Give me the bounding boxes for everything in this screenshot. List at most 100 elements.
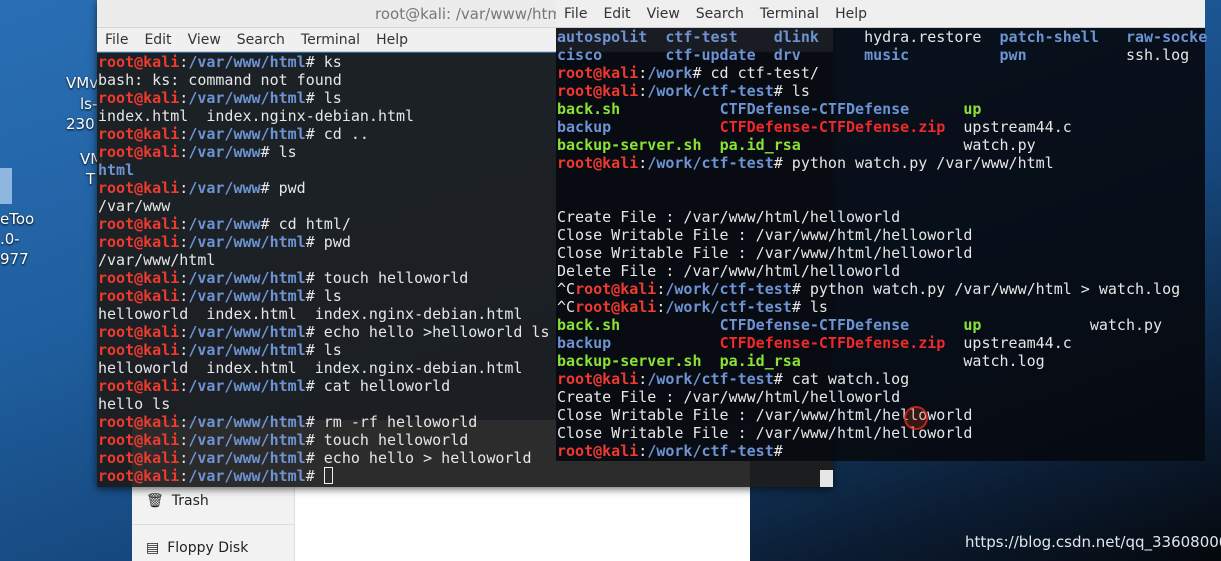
terminal-text-segment: backup [557, 334, 720, 352]
terminal-text-segment: backup [557, 118, 720, 136]
terminal-line: root@kali:/var/www/html# pwd [98, 233, 550, 251]
terminal-line: root@kali:/var/www# pwd [98, 179, 550, 197]
terminal-text-segment: : [179, 467, 189, 485]
terminal-text-segment: /var/www/html [188, 467, 306, 485]
desktop-icon-label[interactable]: .0- [0, 230, 20, 248]
terminal-text-segment: # python watch.py /var/www/html [773, 154, 1054, 172]
terminal-line: helloworld index.html index.nginx-debian… [98, 305, 550, 323]
terminal-text-segment: root@kali [98, 287, 180, 305]
menu-item-search[interactable]: Search [229, 28, 293, 51]
terminal-line: root@kali:/work/ctf-test# [557, 442, 1207, 460]
terminal-line: root@kali:/var/www/html# ls [98, 287, 550, 305]
terminal-text-segment: : [179, 53, 189, 71]
terminal-text-segment: : [638, 154, 648, 172]
terminal-text-segment: : [638, 370, 648, 388]
menu-item-edit[interactable]: Edit [595, 0, 638, 27]
terminal-text-segment: # ls [305, 89, 342, 107]
terminal-line: Close Writable File : /var/www/html/hell… [557, 226, 1207, 244]
terminal-text-segment: pa.id_rsa [719, 352, 801, 370]
terminal-text-segment: # ls [305, 287, 342, 305]
terminal-text-segment: : [638, 442, 648, 460]
desktop-icon-label[interactable]: 977 [0, 250, 29, 268]
terminal-text-segment: /var/www/html [188, 413, 306, 431]
terminal-line: root@kali:/var/www# cd html/ [98, 215, 550, 233]
menu-item-terminal[interactable]: Terminal [752, 0, 827, 27]
terminal-line: backup-server.sh pa.id_rsa watch.py [557, 136, 1207, 154]
terminal-text-segment: root@kali [98, 413, 180, 431]
terminal-text-segment: root@kali [557, 64, 639, 82]
terminal-text-segment: back.sh [557, 316, 720, 334]
terminal-text-segment: pwn [999, 46, 1126, 64]
terminal-text-segment: ^C [557, 280, 576, 298]
terminal-text-segment: /var/www/html [188, 323, 306, 341]
sidebar-item-floppy-disk[interactable]: ▤ Floppy Disk [146, 540, 248, 556]
menu-item-view[interactable]: View [639, 0, 688, 27]
terminal-line: Delete File : /var/www/html/helloworld [557, 262, 1207, 280]
terminal-text-segment: root@kali [98, 377, 180, 395]
terminal-text-segment: raw-socke [1125, 28, 1208, 46]
terminal-text-segment: /var/www [188, 179, 261, 197]
terminal-text[interactable]: autospolit ctf-test dlink hydra.restore … [557, 28, 1207, 460]
desktop-icon-label[interactable]: eToo [0, 210, 34, 228]
menu-item-search[interactable]: Search [688, 0, 752, 27]
terminal-text-segment: root@kali [98, 323, 180, 341]
terminal-window-ctf-test[interactable]: File Edit View Search Terminal Help autospoli… [556, 0, 1207, 461]
scrollbar[interactable] [820, 470, 833, 487]
terminal-text-segment: # cd .. [305, 125, 369, 143]
terminal-text-segment: patch-shell [999, 28, 1126, 46]
terminal-text-segment: autospolit [557, 28, 666, 46]
menu-item-view[interactable]: View [180, 28, 229, 51]
terminal-text-segment: /var/www/html [188, 449, 306, 467]
trash-icon: 🗑 [146, 493, 164, 509]
terminal-text-segment: : [179, 413, 189, 431]
desktop-icon-label[interactable]: VMv [66, 74, 98, 92]
terminal-line: backup CTFDefense-CTFDefense.zip upstrea… [557, 334, 1207, 352]
terminal-text-segment: : [179, 377, 189, 395]
terminal-text-segment: /work [647, 64, 693, 82]
terminal-text-segment: watch.py [981, 316, 1163, 334]
terminal-text-segment: # ls [791, 298, 828, 316]
terminal-line: /var/www [98, 197, 550, 215]
terminal-text-segment: : [179, 89, 189, 107]
menu-item-terminal[interactable]: Terminal [293, 28, 368, 51]
sidebar-item-trash[interactable]: 🗑 Trash [146, 493, 209, 509]
folder-icon[interactable] [0, 168, 12, 204]
terminal-text-segment: # cd ctf-test/ [692, 64, 819, 82]
desktop-icon-label[interactable]: ls- [80, 95, 97, 113]
terminal-line: Close Writable File : /var/www/html/hell… [557, 424, 1207, 442]
terminal-line: html [98, 161, 550, 179]
terminal-text-segment: root@kali [98, 53, 180, 71]
terminal-text-segment: backup-server.sh [557, 136, 720, 154]
desktop-icon-label[interactable]: T [86, 170, 95, 188]
terminal-text-segment: /var/www/html [188, 233, 306, 251]
terminal-text-segment: # ls [260, 143, 297, 161]
menu-item-edit[interactable]: Edit [136, 28, 179, 51]
menu-item-file[interactable]: File [556, 0, 595, 27]
menu-item-file[interactable]: File [97, 28, 136, 51]
terminal-line: Close Writable File : /var/www/html/hell… [557, 406, 1207, 424]
terminal-line: root@kali:/var/www/html# echo hello >hel… [98, 323, 550, 341]
terminal-text-segment: root@kali [98, 89, 180, 107]
terminal-line: root@kali:/var/www/html# cd .. [98, 125, 550, 143]
terminal-text-segment: : [179, 449, 189, 467]
terminal-text-segment: Create File : /var/www/html/helloworld [557, 208, 901, 226]
terminal-line: /var/www/html [98, 251, 550, 269]
terminal-text[interactable]: root@kali:/var/www/html# ks bash: ks: com… [98, 53, 550, 485]
floppy-disk-icon: ▤ [146, 540, 160, 556]
terminal-text-segment: : [638, 82, 648, 100]
terminal-line: autospolit ctf-test dlink hydra.restore … [557, 28, 1207, 46]
terminal-text-segment: CTFDefense-CTFDefense [719, 316, 964, 334]
terminal-text-segment: Create File : /var/www/html/helloworld [557, 388, 901, 406]
menu-item-help[interactable]: Help [368, 28, 416, 51]
menu-item-help[interactable]: Help [827, 0, 875, 27]
terminal-text-segment: root@kali [98, 467, 180, 485]
terminal-text-segment: # [773, 442, 783, 460]
terminal-text-segment: # echo hello >helloworld ls [305, 323, 550, 341]
terminal-text-segment: : [179, 341, 189, 359]
terminal-text-segment: : [179, 323, 189, 341]
terminal-text-segment: root@kali [575, 280, 657, 298]
terminal-line: bash: ks: command not found [98, 71, 550, 89]
terminal-line: root@kali:/var/www/html# ls [98, 341, 550, 359]
terminal-text-segment: # touch helloworld [305, 269, 469, 287]
desktop-icon-label[interactable]: 230 [66, 115, 95, 133]
